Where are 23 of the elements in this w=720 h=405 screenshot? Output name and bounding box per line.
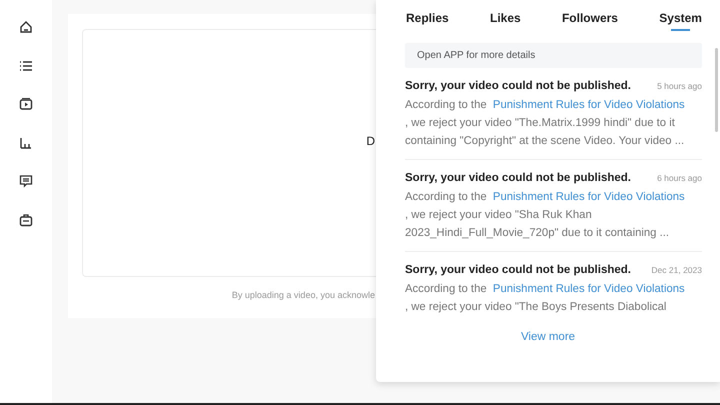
video-icon[interactable] <box>19 97 33 111</box>
message-title: Sorry, your video could not be published. <box>405 172 631 184</box>
bar-chart-icon[interactable] <box>19 136 33 150</box>
message-time: Dec 21, 2023 <box>651 265 702 275</box>
message-text: According to the Punishment Rules for Video Violations , we reject your video "Sha Ruk Khan 2023_Hindi_Full_Movie_720p" due to it containing ... <box>405 190 686 241</box>
message-title: Sorry, your video could not be published. <box>405 264 631 276</box>
tab[interactable]: Replies <box>406 11 449 32</box>
message-time: 5 hours ago <box>657 81 702 91</box>
info-banner: Open APP for more details <box>405 43 702 68</box>
home-icon[interactable] <box>19 20 33 34</box>
message-time: 6 hours ago <box>657 173 702 183</box>
upload-notice: By uploading a video, you acknowle <box>232 290 375 300</box>
chat-icon[interactable] <box>19 174 33 188</box>
message-text: According to the Punishment Rules for Video Violations , we reject your video "The.Matrix.1999 hindi" due to it containing "Copyright" at the scene Video. Your video ... <box>405 98 686 149</box>
tab[interactable]: System <box>659 11 702 32</box>
list-icon[interactable] <box>19 58 33 72</box>
scroll-bar[interactable] <box>715 48 718 132</box>
briefcase-icon[interactable] <box>19 212 33 226</box>
drop-text: D <box>366 134 375 148</box>
message-title: Sorry, your video could not be published. <box>405 80 631 92</box>
tab[interactable]: Followers <box>562 11 618 32</box>
tab[interactable]: Likes <box>490 11 521 32</box>
message-text: According to the Punishment Rules for Video Violations , we reject your video "The Boys Presents Diabolical <box>405 282 686 315</box>
